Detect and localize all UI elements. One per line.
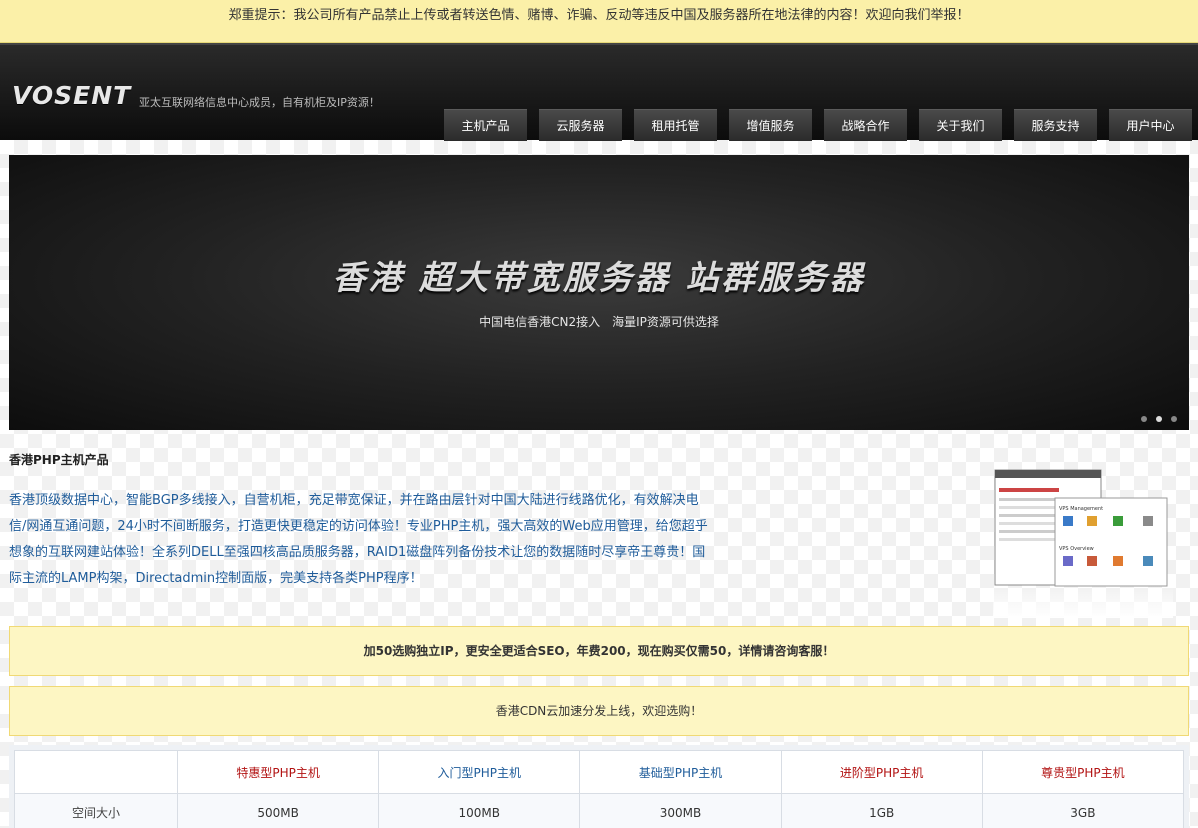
nav-item-value-added[interactable]: 增值服务 bbox=[729, 109, 812, 141]
nav-item-cloud-server[interactable]: 云服务器 bbox=[539, 109, 622, 141]
legal-notice-bar: 郑重提示：我公司所有产品禁止上传或者转送色情、赌博、诈骗、反动等违反中国及服务器… bbox=[0, 0, 1198, 43]
carousel-dot-active[interactable] bbox=[1156, 416, 1162, 422]
plan-comparison-table: 特惠型PHP主机 入门型PHP主机 基础型PHP主机 进阶型PHP主机 尊贵型P… bbox=[9, 745, 1189, 828]
table-row: 空间大小 500MB 100MB 300MB 1GB 3GB bbox=[14, 793, 1185, 828]
table-cell: 300MB bbox=[579, 793, 782, 828]
control-panel-screenshot-image: VPS Management VPS Overview bbox=[993, 469, 1173, 618]
row-label-space: 空间大小 bbox=[14, 793, 178, 828]
product-intro-text: 香港顶级数据中心，智能BGP多线接入，自营机柜，充足带宽保证，并在路由层针对中国… bbox=[9, 493, 708, 586]
table-cell: 3GB bbox=[981, 793, 1185, 828]
svg-text:VPS Overview: VPS Overview bbox=[1059, 546, 1094, 552]
main-nav: 主机产品 云服务器 租用托管 增值服务 战略合作 关于我们 服务支持 用户中心 bbox=[444, 109, 1192, 141]
banner-subtitle: 中国电信香港CN2接入 海量IP资源可供选择 bbox=[479, 315, 719, 329]
table-corner-cell bbox=[14, 750, 178, 794]
plan-header-premium[interactable]: 尊贵型PHP主机 bbox=[981, 750, 1185, 794]
promo-callout-cdn: 香港CDN云加速分发上线，欢迎选购！ bbox=[9, 686, 1189, 736]
nav-item-rental-colocation[interactable]: 租用托管 bbox=[634, 109, 717, 141]
carousel-dot[interactable] bbox=[1141, 416, 1147, 422]
carousel-dot[interactable] bbox=[1171, 416, 1177, 422]
plan-header-basic[interactable]: 基础型PHP主机 bbox=[579, 750, 782, 794]
banner-title: 香港 超大带宽服务器 站群服务器 bbox=[332, 258, 866, 297]
table-cell: 100MB bbox=[378, 793, 581, 828]
nav-item-support[interactable]: 服务支持 bbox=[1014, 109, 1097, 141]
table-cell: 500MB bbox=[176, 793, 380, 828]
carousel-dots bbox=[1141, 416, 1177, 422]
site-tagline: 亚太互联网络信息中心成员，自有机柜及IP资源！ bbox=[139, 96, 380, 109]
site-header: VOSENT 亚太互联网络信息中心成员，自有机柜及IP资源！ 主机产品 云服务器… bbox=[0, 43, 1198, 141]
plan-header-starter[interactable]: 入门型PHP主机 bbox=[378, 750, 581, 794]
svg-text:VPS Management: VPS Management bbox=[1059, 506, 1103, 512]
nav-item-about[interactable]: 关于我们 bbox=[919, 109, 1002, 141]
nav-item-user-center[interactable]: 用户中心 bbox=[1109, 109, 1192, 141]
table-header-row: 特惠型PHP主机 入门型PHP主机 基础型PHP主机 进阶型PHP主机 尊贵型P… bbox=[14, 750, 1185, 794]
plan-header-special[interactable]: 特惠型PHP主机 bbox=[176, 750, 380, 794]
section-title: 香港PHP主机产品 bbox=[9, 453, 109, 467]
plan-header-advanced[interactable]: 进阶型PHP主机 bbox=[780, 750, 983, 794]
nav-item-partnership[interactable]: 战略合作 bbox=[824, 109, 907, 141]
site-logo[interactable]: VOSENT bbox=[12, 81, 131, 110]
nav-item-hosting[interactable]: 主机产品 bbox=[444, 109, 527, 141]
hero-banner[interactable]: 香港 超大带宽服务器 站群服务器 中国电信香港CN2接入 海量IP资源可供选择 bbox=[9, 155, 1189, 430]
promo-callout-ip: 加50选购独立IP，更安全更适合SEO，年费200，现在购买仅需50，详情请咨询… bbox=[9, 626, 1189, 676]
table-cell: 1GB bbox=[780, 793, 983, 828]
